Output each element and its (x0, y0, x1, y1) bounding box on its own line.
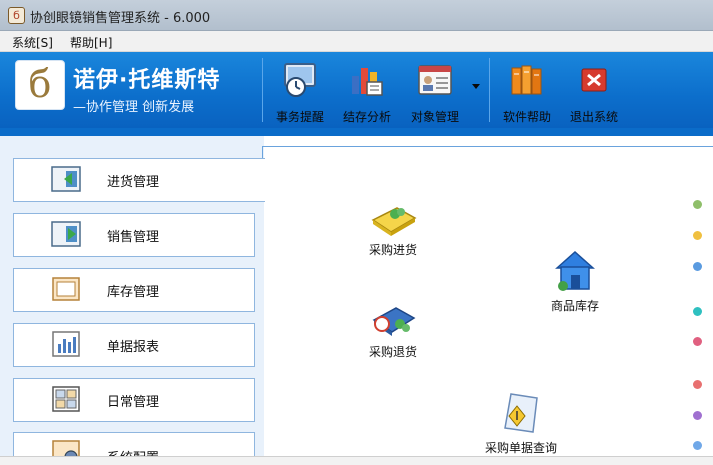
toolbar-help-label: 软件帮助 (502, 110, 551, 124)
toolbar-analysis-button[interactable]: 结存分析 (336, 56, 398, 126)
main-item-label: 采购单据查询 (484, 441, 557, 455)
purchase-notebook-icon (371, 207, 417, 236)
sidebar-item-reports[interactable]: 单据报表 (13, 323, 255, 367)
status-dot (693, 307, 702, 316)
main-item-label: 采购进货 (368, 243, 417, 257)
purchase-return-icon (372, 307, 416, 336)
document-query-icon (504, 393, 538, 433)
sidebar-item-label: 进货管理 (107, 175, 160, 190)
sidebar-item-purchase[interactable]: 进货管理 (13, 158, 265, 202)
window-title: 协创眼镜销售管理系统 - 6.000 (30, 11, 211, 26)
toolbar-reminder-button[interactable]: 事务提醒 (270, 56, 330, 126)
toolbar-object-button[interactable]: 对象管理 (402, 56, 468, 126)
status-dot (693, 262, 702, 271)
toolbar-object-label: 对象管理 (410, 110, 459, 124)
toolbar-exit-button[interactable]: 退出系统 (563, 56, 625, 126)
menu-help[interactable]: 帮助[H] (70, 34, 112, 51)
app-icon[interactable]: б (8, 7, 25, 24)
toolbar-help-button[interactable]: 软件帮助 (496, 56, 558, 126)
inventory-icon (52, 277, 80, 301)
toolbar-exit-label: 退出系统 (569, 110, 618, 124)
sales-icon (51, 221, 81, 247)
menu-system[interactable]: 系统[S] (12, 34, 53, 51)
status-dot (693, 380, 702, 389)
sidebar-item-label: 销售管理 (107, 230, 160, 245)
inbound-icon (51, 166, 81, 192)
daily-grid-icon (52, 386, 80, 412)
main-item-label: 商品库存 (550, 299, 599, 313)
main-item-purchase-return[interactable]: 采购退货 (360, 300, 426, 360)
logo-mark-icon: б (28, 62, 52, 106)
status-dot (693, 411, 702, 420)
sidebar-item-sales[interactable]: 销售管理 (13, 213, 255, 257)
main-item-stock[interactable]: 商品库存 (540, 248, 610, 314)
brand-logo: б (15, 60, 65, 110)
sidebar-item-label: 日常管理 (107, 395, 160, 410)
status-dot (693, 337, 702, 346)
status-dot (693, 441, 702, 450)
sidebar-item-inventory[interactable]: 库存管理 (13, 268, 255, 312)
sidebar-item-label: 单据报表 (107, 340, 160, 355)
clock-reminder-icon (284, 63, 316, 97)
toolbar-separator (489, 58, 490, 122)
exit-x-icon (581, 68, 607, 92)
toolbar-separator (262, 58, 263, 122)
books-help-icon (511, 65, 542, 95)
main-item-document-query[interactable]: 采购单据查询 (476, 390, 566, 456)
toolbar-analysis-label: 结存分析 (342, 110, 391, 124)
brand-name: 诺伊·托维斯特 (73, 68, 221, 93)
header-bottom-strip (0, 128, 713, 136)
main-item-purchase-in[interactable]: 采购进货 (360, 198, 426, 258)
bar-chart-analysis-icon (352, 68, 383, 96)
sidebar-item-daily[interactable]: 日常管理 (13, 378, 255, 422)
brand-slogan: —协作管理 创新发展 (73, 100, 195, 115)
chevron-down-icon[interactable] (472, 84, 480, 89)
toolbar-reminder-label: 事务提醒 (275, 110, 324, 124)
contact-card-icon (418, 65, 452, 95)
status-dot (693, 231, 702, 240)
main-item-label: 采购退货 (368, 345, 417, 359)
menu-bar: 系统[S] 帮助[H] (0, 31, 713, 52)
report-chart-icon (52, 331, 80, 357)
sidebar-item-label: 库存管理 (107, 285, 160, 300)
panel-border (262, 146, 713, 147)
header-banner: б 诺伊·托维斯特 —协作管理 创新发展 事务提醒 结存分析 对象管理 软件帮助… (0, 52, 713, 128)
warehouse-house-icon (555, 250, 595, 291)
status-dot (693, 200, 702, 209)
